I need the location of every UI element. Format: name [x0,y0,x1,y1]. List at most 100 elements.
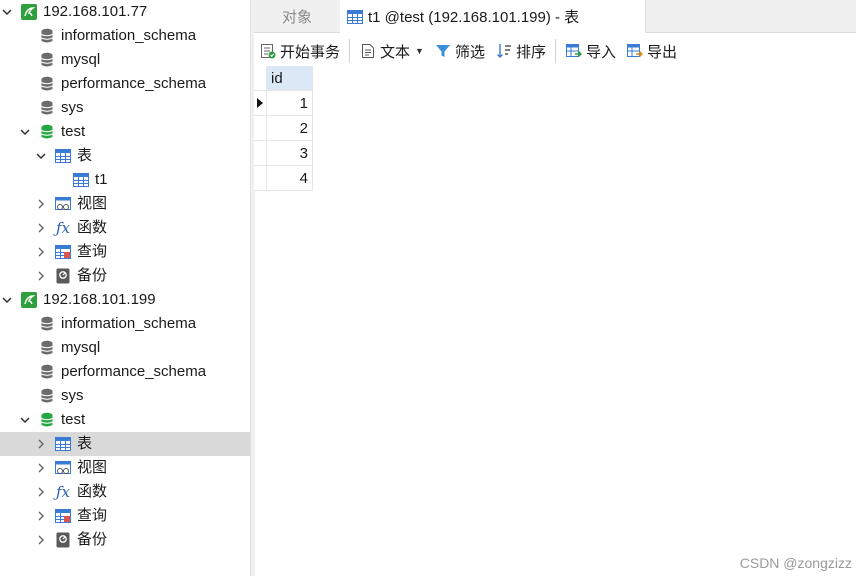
tree-db-mysql[interactable]: mysql [0,336,250,360]
import-button[interactable]: 导入 [560,37,621,65]
toolbar-label: 文本 [380,41,410,62]
tree-folder-queries[interactable]: 查询 [0,240,250,264]
tree-folder-views[interactable]: 视图 [0,192,250,216]
database-label: performance_schema [61,360,206,384]
filter-button[interactable]: 筛选 [429,37,490,65]
chevron-down-icon[interactable] [18,125,32,139]
tab-objects[interactable]: 对象 [254,0,341,32]
row-indicator[interactable] [254,91,267,116]
begin-transaction-button[interactable]: 开始事务 [254,37,345,65]
chevron-right-icon[interactable] [34,461,48,475]
folder-label: 查询 [77,240,107,264]
folder-label: 备份 [77,528,107,552]
tree-folder-tables[interactable]: 表 [0,144,250,168]
folder-label: 视图 [77,456,107,480]
chevron-right-icon[interactable] [34,437,48,451]
navigation-tree: 192.168.101.77 information_schema mysql … [0,0,250,576]
query-icon [54,243,72,261]
chevron-right-icon[interactable] [34,533,48,547]
tree-db-information-schema[interactable]: information_schema [0,312,250,336]
tree-db-sys[interactable]: sys [0,384,250,408]
database-icon [38,363,56,381]
tree-db-sys[interactable]: sys [0,96,250,120]
database-icon [38,315,56,333]
table-cell[interactable]: 2 [267,116,313,141]
sort-button[interactable]: 排序 [490,37,551,65]
chevron-down-icon[interactable] [0,293,14,307]
database-open-icon [38,411,56,429]
database-label: mysql [61,336,100,360]
grid-corner [254,66,267,91]
query-icon [54,507,72,525]
table-label: t1 [95,168,108,192]
tree-db-test[interactable]: test [0,120,250,144]
table-icon [54,147,72,165]
tree-connection-2[interactable]: 192.168.101.199 [0,288,250,312]
chevron-right-icon[interactable] [34,221,48,235]
toolbar-label: 筛选 [455,41,485,62]
toolbar-label: 导入 [586,41,616,62]
row-indicator[interactable] [254,116,267,141]
chevron-right-icon[interactable] [34,269,48,283]
tab-label: t1 @test (192.168.101.199) - 表 [368,6,579,27]
chevron-down-icon[interactable] [34,149,48,163]
database-icon [38,387,56,405]
toolbar-label: 开始事务 [280,41,340,62]
tree-db-test[interactable]: test [0,408,250,432]
cell-value: 1 [300,95,308,112]
tree-folder-backups[interactable]: 备份 [0,264,250,288]
table-cell[interactable]: 1 [267,91,313,116]
tree-folder-views[interactable]: 视图 [0,456,250,480]
row-indicator[interactable] [254,141,267,166]
database-label: sys [61,384,84,408]
tree-folder-backups[interactable]: 备份 [0,528,250,552]
tree-connection-1[interactable]: 192.168.101.77 [0,0,250,24]
tree-folder-functions[interactable]: ƒx 函数 [0,216,250,240]
sort-icon [495,42,513,60]
cell-value: 2 [300,120,308,137]
chevron-down-icon[interactable] [0,5,14,19]
chevron-right-icon[interactable] [34,245,48,259]
function-icon: ƒx [54,483,72,501]
text-view-dropdown[interactable]: 文本 ▼ [354,37,429,65]
tree-folder-queries[interactable]: 查询 [0,504,250,528]
import-icon [565,42,583,60]
chevron-right-icon[interactable] [34,509,48,523]
tab-bar: 对象 t1 @test (192.168.101.199) - 表 [254,0,856,33]
database-label: test [61,408,85,432]
tree-folder-tables-selected[interactable]: 表 [0,432,250,456]
table-cell[interactable]: 4 [267,166,313,191]
data-toolbar: 开始事务 文本 ▼ 筛选 排序 导入 导出 [254,33,856,69]
chevron-right-icon[interactable] [34,485,48,499]
tree-db-mysql[interactable]: mysql [0,48,250,72]
tree-folder-functions[interactable]: ƒx 函数 [0,480,250,504]
current-row-arrow-icon [257,98,263,108]
view-icon [54,459,72,477]
table-cell[interactable]: 3 [267,141,313,166]
folder-label: 备份 [77,264,107,288]
chevron-down-icon[interactable] [18,413,32,427]
database-label: information_schema [61,312,196,336]
tree-db-performance-schema[interactable]: performance_schema [0,72,250,96]
cell-value: 4 [300,170,308,187]
database-label: sys [61,96,84,120]
folder-label: 函数 [77,480,107,504]
watermark: CSDN @zongzizz [740,555,852,571]
export-button[interactable]: 导出 [621,37,682,65]
folder-label: 表 [77,144,92,168]
row-indicator[interactable] [254,166,267,191]
connection-label: 192.168.101.199 [43,288,156,312]
caret-down-icon: ▼ [415,46,424,56]
tree-db-information-schema[interactable]: information_schema [0,24,250,48]
tab-label: 对象 [282,6,312,27]
tab-t1-table[interactable]: t1 @test (192.168.101.199) - 表 [340,0,646,33]
database-icon [38,339,56,357]
table-icon [72,171,90,189]
tree-db-performance-schema[interactable]: performance_schema [0,360,250,384]
database-label: test [61,120,85,144]
tree-table-t1[interactable]: t1 [0,168,250,192]
connection-icon [20,291,38,309]
chevron-right-icon[interactable] [34,197,48,211]
column-header-id[interactable]: id [267,66,313,91]
database-label: information_schema [61,24,196,48]
